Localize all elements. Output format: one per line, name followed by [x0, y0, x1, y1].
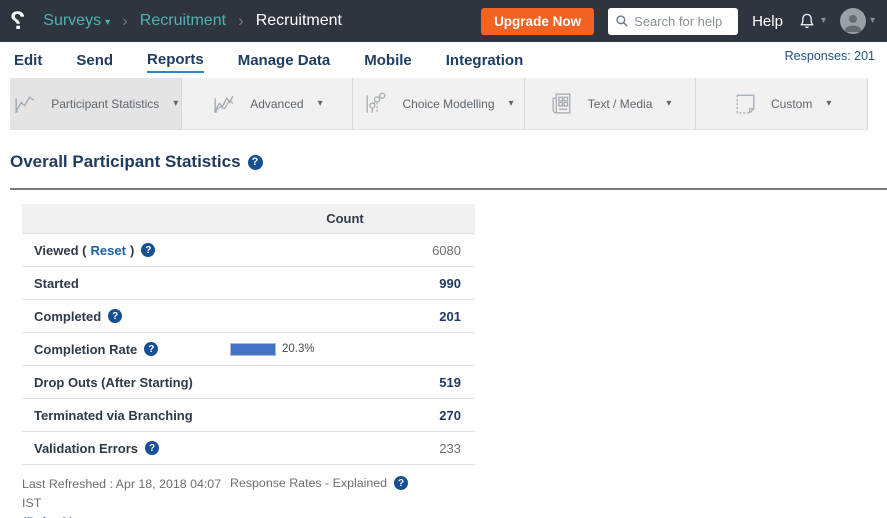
- section-divider: [10, 188, 887, 190]
- table-row-completion-rate: Completion Rate ? 20.3%: [22, 333, 475, 366]
- chevron-down-icon: ▾: [826, 99, 831, 109]
- questionpro-logo-icon[interactable]: ?: [10, 9, 25, 34]
- row-label: Terminated via Branching: [34, 408, 193, 423]
- chevron-down-icon: ▾: [318, 99, 323, 109]
- surveys-label: Surveys: [43, 12, 101, 29]
- chevron-down-icon: ▾: [509, 99, 514, 109]
- breadcrumb-survey-link[interactable]: Recruitment: [140, 12, 226, 30]
- table-row-validation-errors: Validation Errors ? 233: [22, 432, 475, 465]
- table-header-row: Count: [22, 204, 475, 234]
- nav-item-manage-data[interactable]: Manage Data: [238, 48, 331, 72]
- multi-line-chart-icon: [211, 90, 238, 117]
- top-bar: ? Surveys ▾ › Recruitment › Recruitment U…: [0, 0, 887, 42]
- chevron-down-icon: ▾: [105, 17, 110, 28]
- response-rates-block: Response Rates - Explained ?: [230, 476, 408, 490]
- help-icon[interactable]: ?: [394, 476, 408, 490]
- table-row-terminated: Terminated via Branching 270: [22, 399, 475, 432]
- row-label: Viewed (: [34, 243, 87, 258]
- survey-nav: Edit Send Reports Manage Data Mobile Int…: [0, 42, 887, 78]
- search-icon: [615, 14, 629, 28]
- help-link[interactable]: Help: [752, 13, 783, 30]
- tab-label: Advanced: [250, 97, 303, 111]
- chevron-down-icon: ▾: [666, 99, 671, 109]
- table-row-started: Started 990: [22, 267, 475, 300]
- chevron-down-icon: ▾: [821, 16, 826, 26]
- row-label: Started: [34, 276, 79, 291]
- completion-bar: [230, 343, 276, 356]
- tab-label: Text / Media: [588, 97, 653, 111]
- page-title-row: Overall Participant Statistics ?: [10, 152, 887, 172]
- last-refreshed-text: Last Refreshed : Apr 18, 2018 04:07 IST: [22, 477, 221, 510]
- participant-statistics-table: Count Viewed ( Reset ) ? 6080 Started 99…: [22, 204, 475, 465]
- nav-item-reports[interactable]: Reports: [147, 47, 204, 73]
- completion-rate-cell: 20.3%: [215, 343, 475, 356]
- tab-participant-statistics[interactable]: Participant Statistics ▾: [10, 78, 182, 129]
- row-label: Validation Errors: [34, 441, 138, 456]
- user-icon: [841, 10, 865, 34]
- validation-errors-count: 233: [215, 441, 475, 456]
- bubble-chart-icon: [363, 90, 390, 117]
- table-row-viewed: Viewed ( Reset ) ? 6080: [22, 234, 475, 267]
- help-icon[interactable]: ?: [108, 309, 122, 323]
- tab-text-media[interactable]: Text / Media ▾: [525, 78, 697, 129]
- upgrade-now-button[interactable]: Upgrade Now: [481, 8, 594, 35]
- terminated-count[interactable]: 270: [215, 408, 475, 423]
- started-count[interactable]: 990: [215, 276, 475, 291]
- tab-label: Participant Statistics: [51, 97, 159, 111]
- count-column-header: Count: [215, 211, 475, 226]
- responses-count: Responses: 201: [785, 49, 875, 63]
- breadcrumb: Surveys ▾ › Recruitment › Recruitment: [43, 11, 342, 31]
- last-refreshed-block: Last Refreshed : Apr 18, 2018 04:07 IST …: [22, 475, 230, 518]
- nav-item-mobile[interactable]: Mobile: [364, 48, 412, 72]
- tab-advanced[interactable]: Advanced ▾: [182, 78, 354, 129]
- nav-item-edit[interactable]: Edit: [14, 48, 42, 72]
- row-label-end: ): [130, 243, 134, 258]
- nav-item-send[interactable]: Send: [76, 48, 113, 72]
- topbar-actions: Upgrade Now Help ▾ ▾: [481, 8, 875, 35]
- newspaper-icon: [549, 90, 576, 117]
- page-icon: [732, 90, 759, 117]
- breadcrumb-current-page: Recruitment: [256, 12, 342, 30]
- line-chart-icon: [12, 90, 39, 117]
- completed-count[interactable]: 201: [215, 309, 475, 324]
- help-icon[interactable]: ?: [248, 155, 263, 170]
- row-label: Drop Outs (After Starting): [34, 375, 193, 390]
- help-icon[interactable]: ?: [141, 243, 155, 257]
- table-footer: Last Refreshed : Apr 18, 2018 04:07 IST …: [22, 475, 887, 518]
- chevron-down-icon: ▾: [870, 16, 875, 26]
- notifications-button[interactable]: ▾: [797, 11, 826, 31]
- page-title: Overall Participant Statistics: [10, 152, 241, 172]
- drop-outs-count[interactable]: 519: [215, 375, 475, 390]
- table-row-drop-outs: Drop Outs (After Starting) 519: [22, 366, 475, 399]
- completion-rate-value: 20.3%: [282, 343, 315, 355]
- viewed-count: 6080: [215, 243, 475, 258]
- help-search: [608, 8, 738, 35]
- breadcrumb-separator: ›: [238, 11, 244, 31]
- row-label: Completion Rate: [34, 342, 137, 357]
- help-icon[interactable]: ?: [145, 441, 159, 455]
- breadcrumb-separator: ›: [122, 11, 128, 31]
- avatar: [840, 8, 866, 34]
- tab-label: Choice Modelling: [402, 97, 494, 111]
- response-rates-label: Response Rates - Explained: [230, 476, 387, 490]
- reset-link[interactable]: Reset: [91, 243, 126, 258]
- chevron-down-icon: ▾: [173, 99, 178, 109]
- nav-item-integration[interactable]: Integration: [446, 48, 524, 72]
- tab-custom[interactable]: Custom ▾: [696, 78, 868, 129]
- table-row-completed: Completed ? 201: [22, 300, 475, 333]
- tab-choice-modelling[interactable]: Choice Modelling ▾: [353, 78, 525, 129]
- help-icon[interactable]: ?: [144, 342, 158, 356]
- bell-icon: [797, 11, 817, 31]
- tab-label: Custom: [771, 97, 812, 111]
- account-menu-button[interactable]: ▾: [840, 8, 875, 34]
- report-tabs: Participant Statistics ▾ Advanced ▾ Choice…: [10, 78, 868, 130]
- row-label: Completed: [34, 309, 101, 324]
- surveys-dropdown[interactable]: Surveys ▾: [43, 12, 110, 30]
